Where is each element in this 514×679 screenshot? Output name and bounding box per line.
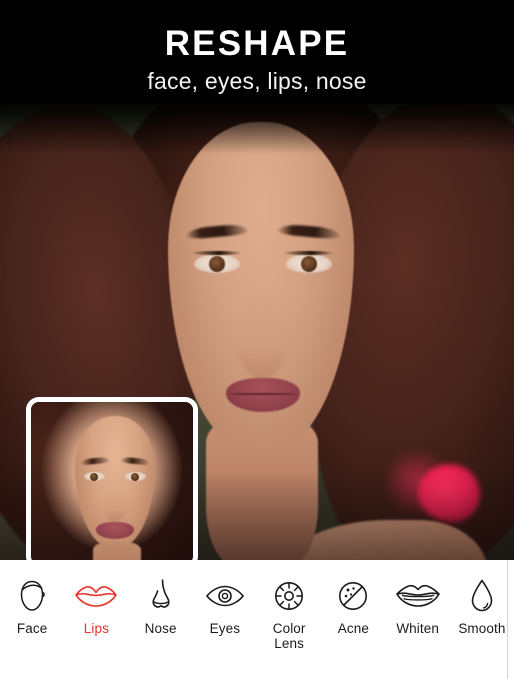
eye-left: [194, 254, 240, 273]
photo-top-vignette: [0, 96, 514, 154]
page-subtitle: face, eyes, lips, nose: [147, 68, 367, 94]
app-root: RESHAPE face, eyes, lips, nose Face Lips…: [0, 0, 514, 679]
eyeliner-left: [193, 251, 241, 255]
tool-whiten[interactable]: Whiten: [386, 576, 450, 636]
iris-left: [209, 256, 225, 272]
thumb-iris-right: [131, 472, 139, 481]
thumb-eye-left: [84, 472, 105, 481]
thumb-eye-right: [125, 472, 146, 481]
tool-face[interactable]: Face: [0, 576, 64, 636]
tool-color-lens[interactable]: Color Lens: [257, 576, 321, 651]
tool-smooth[interactable]: Smooth: [450, 576, 514, 636]
header-banner: RESHAPE face, eyes, lips, nose: [0, 0, 514, 104]
face-icon: [17, 576, 47, 616]
tool-label: Color Lens: [272, 621, 306, 651]
color-lens-icon: [273, 576, 305, 616]
tool-label: Acne: [337, 621, 369, 636]
tool-label: Whiten: [396, 621, 439, 636]
tool-lips[interactable]: Lips: [64, 576, 128, 636]
edit-tools-toolbar: Face Lips Nose Eyes Color Lens Acne Whit…: [0, 560, 514, 679]
eyeliner-right: [285, 251, 333, 255]
page-title: RESHAPE: [164, 24, 350, 63]
thumbnail-image: [31, 402, 193, 560]
acne-icon: [337, 576, 369, 616]
thumb-neck: [93, 542, 141, 560]
toolbar-right-divider: [507, 560, 508, 679]
tool-label: Eyes: [209, 621, 241, 636]
photo-stage[interactable]: [0, 96, 514, 560]
tool-label: Face: [16, 621, 48, 636]
lips-icon: [75, 576, 118, 616]
tool-acne[interactable]: Acne: [321, 576, 385, 636]
whiten-icon: [395, 576, 440, 616]
nose-icon: [146, 576, 176, 616]
eye-right: [286, 254, 332, 273]
tool-label: Lips: [83, 621, 109, 636]
smooth-drop-icon: [469, 576, 495, 616]
thumb-iris-left: [90, 472, 98, 481]
nose-region: [238, 292, 286, 378]
face-preview-thumbnail[interactable]: [26, 397, 198, 560]
lip-line: [230, 393, 296, 395]
tool-label: Smooth: [458, 621, 506, 636]
tool-nose[interactable]: Nose: [129, 576, 193, 636]
tool-label: Nose: [144, 621, 177, 636]
thumb-nose: [104, 488, 126, 522]
iris-right: [301, 256, 317, 272]
tool-eyes[interactable]: Eyes: [193, 576, 257, 636]
eye-icon: [205, 576, 245, 616]
